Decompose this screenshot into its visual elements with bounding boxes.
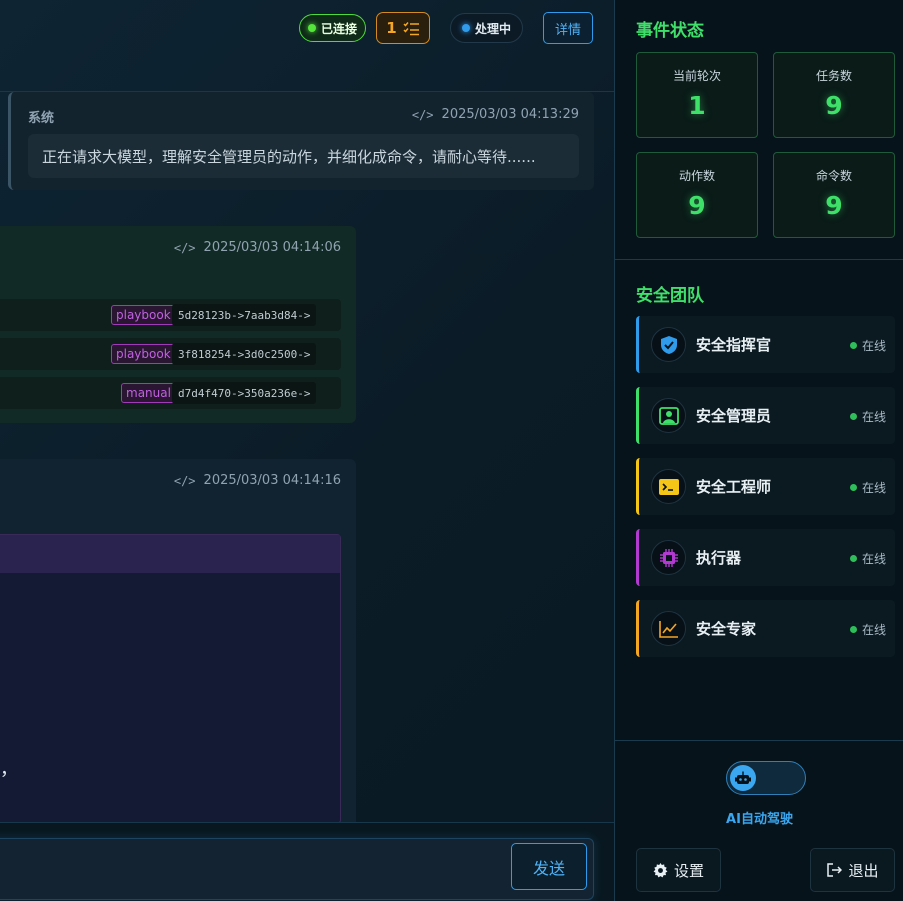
- detail-button[interactable]: 详情: [543, 12, 593, 44]
- event-status-title: 事件状态: [636, 21, 704, 41]
- member-status-label: 在线: [861, 481, 886, 495]
- member-status: 在线: [849, 621, 886, 638]
- processing-status-badge: 处理中: [450, 13, 523, 43]
- processing-status-label: 处理中: [474, 21, 511, 36]
- command-message: </> 2025/03/03 04:14:06 playbook 5d28123…: [0, 226, 356, 423]
- member-status: 在线: [849, 550, 886, 567]
- member-status-label: 在线: [861, 623, 886, 637]
- stat-card-commands: 命令数 9: [773, 152, 895, 238]
- autopilot-label: AI自动驾驶: [726, 812, 793, 827]
- code-icon: </>: [411, 107, 434, 122]
- member-name: 执行器: [696, 549, 742, 567]
- trend-chart-icon: [651, 611, 686, 646]
- robot-icon: [730, 765, 756, 791]
- message-timestamp: </> 2025/03/03 04:14:06: [174, 240, 341, 255]
- command-type-tag: manual: [121, 383, 176, 403]
- command-type-tag: playbook: [111, 344, 176, 364]
- code-icon: </>: [173, 473, 196, 488]
- command-type-tag: playbook: [111, 305, 176, 325]
- connection-status-badge: 已连接: [299, 14, 366, 42]
- online-dot-icon: [849, 413, 857, 420]
- chat-area: 已连接 1 处理中 详情 系统 </> 2025/03/03 04:13:29 …: [0, 0, 614, 901]
- chip-icon: [651, 540, 686, 575]
- message-time-text: 2025/03/03 04:14:16: [203, 473, 341, 488]
- online-dot-icon: [849, 342, 857, 349]
- online-dot-icon: [849, 626, 857, 633]
- member-name: 安全工程师: [696, 478, 772, 496]
- checklist-icon: [403, 21, 419, 35]
- stat-card-actions: 动作数 9: [636, 152, 758, 238]
- message-time-text: 2025/03/03 04:13:29: [441, 107, 579, 122]
- message-bubble: 正在请求大模型，理解安全管理员的动作，并细化成命令，请耐心等待......: [28, 134, 579, 178]
- stat-card-tasks: 任务数 9: [773, 52, 895, 138]
- message-timestamp: </> 2025/03/03 04:13:29: [412, 107, 579, 122]
- member-name: 安全管理员: [696, 407, 772, 425]
- settings-label: 设置: [673, 861, 704, 880]
- code-icon: </>: [173, 240, 196, 255]
- stat-label: 命令数: [815, 169, 852, 183]
- stat-label: 任务数: [815, 69, 852, 83]
- message-timestamp: </> 2025/03/03 04:14:16: [174, 473, 341, 488]
- message-time-text: 2025/03/03 04:14:06: [203, 240, 341, 255]
- content-panel-header: [0, 535, 340, 573]
- team-member-commander[interactable]: 安全指挥官 在线: [636, 316, 895, 373]
- admin-portrait-icon: [651, 398, 686, 433]
- message-input[interactable]: [0, 838, 594, 900]
- command-flow: 5d28123b->7aab3d84->: [172, 304, 317, 326]
- panel-message: </> 2025/03/03 04:14:16: [0, 459, 356, 839]
- stat-label: 当前轮次: [672, 69, 721, 83]
- top-bar: 已连接 1 处理中 详情: [0, 0, 614, 92]
- member-name: 安全指挥官: [696, 336, 772, 354]
- stat-label: 动作数: [678, 169, 715, 183]
- autopilot-toggle[interactable]: [726, 761, 806, 795]
- member-status: 在线: [849, 408, 886, 425]
- member-status: 在线: [849, 479, 886, 496]
- member-status-label: 在线: [861, 410, 886, 424]
- member-status: 在线: [849, 337, 886, 354]
- stat-value: 9: [688, 191, 706, 220]
- security-team-title: 安全团队: [636, 286, 704, 306]
- member-name: 安全专家: [696, 620, 757, 638]
- divider: [615, 259, 903, 260]
- divider: [615, 740, 903, 741]
- stat-value: 9: [825, 91, 843, 120]
- team-member-executor[interactable]: 执行器 在线: [636, 529, 895, 586]
- message-text-fragment: ，: [0, 759, 18, 780]
- stat-value: 1: [688, 91, 706, 120]
- message-content-panel: [0, 534, 341, 824]
- member-status-label: 在线: [861, 552, 886, 566]
- command-row[interactable]: playbook 3f818254->3d0c2500->: [0, 338, 341, 370]
- task-list-button[interactable]: 1: [376, 12, 430, 44]
- shield-check-icon: [651, 327, 686, 362]
- connected-dot-icon: [307, 24, 316, 32]
- processing-dot-icon: [461, 24, 470, 32]
- member-status-label: 在线: [861, 339, 886, 353]
- team-member-expert[interactable]: 安全专家 在线: [636, 600, 895, 657]
- stat-card-round: 当前轮次 1: [636, 52, 758, 138]
- send-button[interactable]: 发送: [511, 843, 587, 890]
- task-count: 1: [386, 19, 397, 37]
- terminal-icon: [651, 469, 686, 504]
- online-dot-icon: [849, 555, 857, 562]
- logout-icon: [827, 863, 843, 877]
- system-message: 系统 </> 2025/03/03 04:13:29 正在请求大模型，理解安全管…: [8, 92, 594, 190]
- team-member-engineer[interactable]: 安全工程师 在线: [636, 458, 895, 515]
- stat-value: 9: [825, 191, 843, 220]
- logout-label: 退出: [848, 861, 879, 880]
- team-member-admin[interactable]: 安全管理员 在线: [636, 387, 895, 444]
- logout-button[interactable]: 退出: [810, 848, 895, 892]
- connection-status-label: 已连接: [320, 21, 357, 36]
- command-flow: 3f818254->3d0c2500->: [172, 343, 317, 365]
- command-flow: d7d4f470->350a236e->: [172, 382, 317, 404]
- online-dot-icon: [849, 484, 857, 491]
- sidebar: 事件状态 当前轮次 1 任务数 9 动作数 9 命令数 9 安全团队 安全指挥官…: [614, 0, 903, 901]
- command-row[interactable]: manual d7d4f470->350a236e->: [0, 377, 341, 409]
- settings-button[interactable]: 设置: [636, 848, 721, 892]
- command-row[interactable]: playbook 5d28123b->7aab3d84->: [0, 299, 341, 331]
- gear-icon: [653, 862, 668, 877]
- message-sender: 系统: [28, 111, 55, 126]
